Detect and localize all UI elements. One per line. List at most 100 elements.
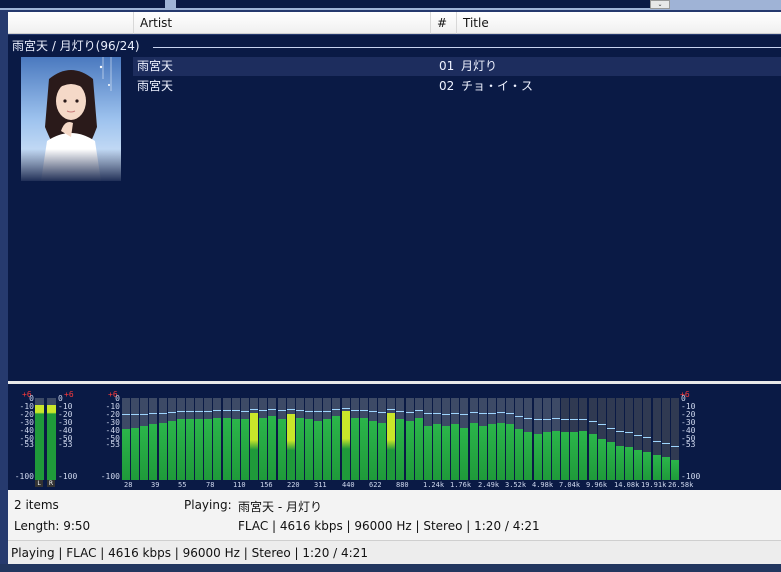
spectrum-bar-level [159,422,167,480]
spectrum-bar-level [332,416,340,480]
spectrum-peak-marker [360,410,368,412]
spectrum-peak-marker [149,412,157,414]
spectrum-bar [424,398,432,480]
spectrum-bar [149,398,157,480]
spectrum-bar-level [387,412,395,480]
spectrum-peak-marker [241,411,249,413]
spectrum-bar [378,398,386,480]
spectrum-bar [204,398,212,480]
spectrum-bar [451,398,459,480]
spectrum-bar-level [460,427,468,480]
spectrum-bar-level [369,420,377,480]
frequency-label: 1.24k [423,481,445,489]
playlist-column-header: Artist # Title [8,12,781,34]
column-header-number[interactable]: # [430,12,456,34]
spectrum-bar [625,398,633,480]
spectrum-bar [396,398,404,480]
spectrum-bar-level [442,425,450,480]
spectrum-peak-marker [497,411,505,413]
spectrum-bar-level [470,422,478,480]
frequency-label: 311 [314,481,327,489]
spectrum-peak-marker [332,409,340,411]
scale-label: -53 [105,440,120,449]
spectrum-bar-level [177,419,185,480]
frequency-label: 1.76k [450,481,472,489]
spectrum-peak-marker [351,410,359,412]
spectrum-peak-marker [195,411,203,413]
spectrum-peak-marker [314,411,322,413]
spectrum-bar-level [634,450,642,480]
spectrum-bar-level [213,417,221,480]
spectrum-bar [579,398,587,480]
track-row-2[interactable]: 雨宮天 02 チョ・イ・ス [133,77,781,96]
spectrum-bar [268,398,276,480]
toolbar-segment-middle [176,0,650,8]
spectrum-peak-marker [278,410,286,412]
spectrum-bar [415,398,423,480]
spectrum-bar [159,398,167,480]
column-header-artist[interactable]: Artist [133,12,430,34]
spectrum-bar-level [662,457,670,480]
spectrum-bar-level [570,432,578,480]
spectrum-bar [406,398,414,480]
spectrum-bar-level [616,445,624,480]
vu-meter-left [35,398,44,480]
spectrum-peak-marker [662,443,670,445]
spectrum-bar [616,398,624,480]
scale-label: -100 [100,472,120,481]
spectrum-bar [296,398,304,480]
playing-label: Playing: [184,498,232,512]
frequency-label: 28 [124,481,133,489]
spectrum-bar-level [268,416,276,480]
vu-meter-right-level [47,404,56,480]
spectrum-bar [570,398,578,480]
spectrum-bar [314,398,322,480]
spectrum-peak-marker [415,410,423,412]
frequency-label: 2.49k [478,481,500,489]
spectrum-bar-level [342,411,350,480]
spectrum-peak-marker [342,407,350,409]
spectrum-peak-marker [506,412,514,414]
spectrum-bar [351,398,359,480]
playlist-view[interactable]: 雨宮天 / 月灯り(96/24) 雨宮天 01 月灯り 雨宮天 02 チョ・イ・… [8,35,781,381]
column-header-title[interactable]: Title [456,12,781,34]
spectrum-bar [250,398,258,480]
spectrum-peak-marker [232,410,240,412]
spectrum-bar-level [653,455,661,480]
spectrum-peak-marker [387,409,395,411]
spectrum-bar [332,398,340,480]
spectrum-bar-level [296,417,304,480]
frequency-label: 9.96k [586,481,608,489]
spectrum-bar [387,398,395,480]
spectrum-peak-marker [607,427,615,429]
spectrum-peak-marker [159,412,167,414]
spectrum-bar-level [671,460,679,480]
spectrum-peak-marker [552,417,560,419]
spectrum-peak-marker [213,410,221,412]
spectrum-bar [213,398,221,480]
spectrum-peak-marker [177,411,185,413]
spectrum-bar [607,398,615,480]
spectrum-peak-marker [671,445,679,447]
format-info: FLAC | 4616 kbps | 96000 Hz | Stereo | 1… [238,519,540,533]
vu-channel-right-tag: R [47,480,55,487]
spectrum-peak-marker [433,412,441,414]
item-count: 2 items [14,498,59,512]
spectrum-peak-marker [168,411,176,413]
spectrum-peak-marker [442,413,450,415]
column-header-blank[interactable] [8,12,133,34]
spectrum-bar-level [168,420,176,480]
spectrum-bar [433,398,441,480]
track-row-1[interactable]: 雨宮天 01 月灯り [133,57,781,76]
chevron-down-icon[interactable]: ⌄ [650,0,670,9]
spectrum-bar-level [433,424,441,480]
spectrum-bar-level [589,434,597,480]
group-header: 雨宮天 / 月灯り(96/24) [12,39,140,53]
frequency-label: 26.58k [668,481,694,489]
spectrum-bar-level [287,414,295,480]
spectrum-peak-marker [296,410,304,412]
spectrum-bar-level [625,447,633,480]
spectrum-bar [653,398,661,480]
spectrum-bar-level [223,417,231,480]
spectrum-bar [515,398,523,480]
